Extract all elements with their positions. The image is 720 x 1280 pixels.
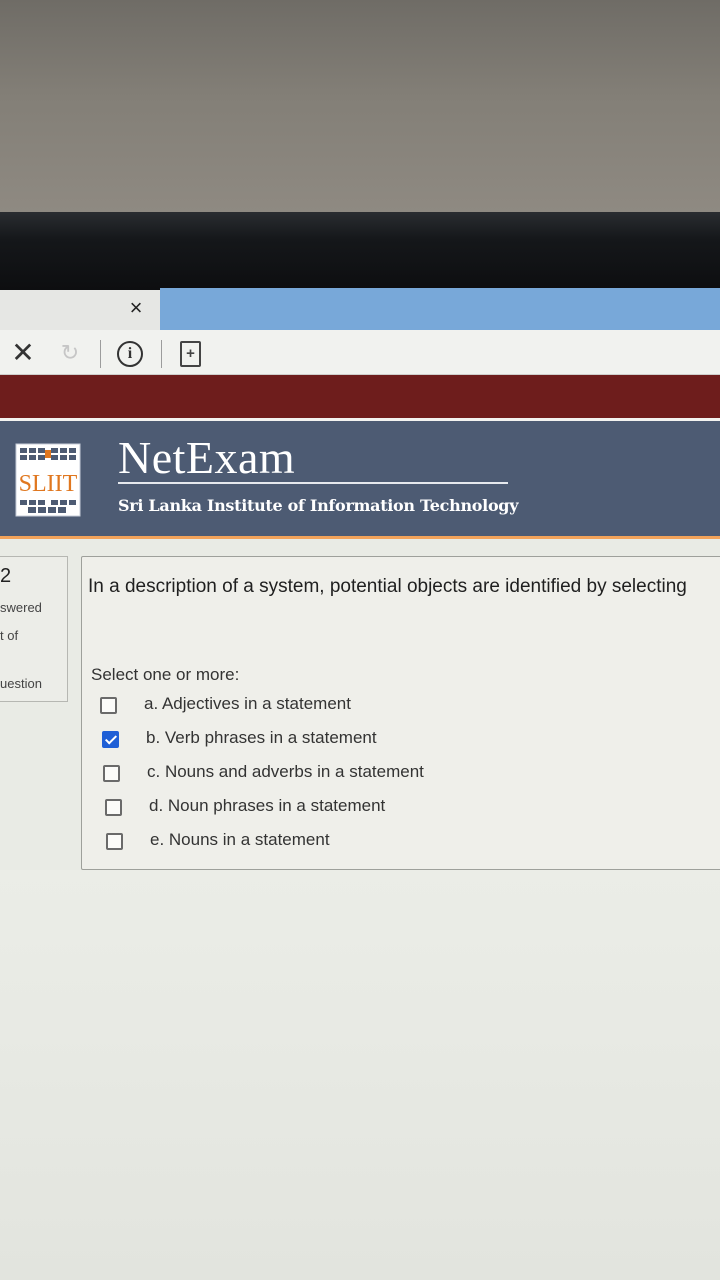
answer-label: d. Noun phrases in a statement: [149, 796, 386, 815]
question-number: 2: [0, 565, 12, 587]
toolbar-separator: [161, 340, 162, 368]
stop-icon[interactable]: ✕: [10, 339, 36, 367]
browser-tab-inactive[interactable]: [160, 288, 720, 330]
toolbar-separator: [100, 340, 101, 368]
answer-option-e[interactable]: e. Nouns in a statement: [102, 828, 502, 856]
answer-label: c. Nouns and adverbs in a statement: [147, 762, 424, 781]
answer-option-a[interactable]: a. Adjectives in a statement: [96, 692, 496, 720]
reload-icon[interactable]: ↻: [58, 340, 82, 366]
site-info-icon[interactable]: i: [117, 341, 143, 367]
answer-label: a. Adjectives in a statement: [144, 694, 351, 713]
tab-close-icon[interactable]: ×: [124, 296, 148, 320]
institution-name: Sri Lanka Institute of Information Techn…: [118, 496, 519, 515]
site-top-bar: [0, 375, 720, 418]
answer-option-b[interactable]: b. Verb phrases in a statement: [98, 726, 498, 754]
answer-label: b. Verb phrases in a statement: [146, 728, 377, 747]
checkbox[interactable]: [100, 697, 117, 714]
checkbox[interactable]: [103, 765, 120, 782]
page-action-icon[interactable]: +: [180, 341, 201, 367]
flag-question-link[interactable]: uestion: [0, 676, 42, 691]
sliit-logo: SLIIT: [15, 443, 81, 517]
answer-option-d[interactable]: d. Noun phrases in a statement: [101, 794, 501, 822]
answer-label: e. Nouns in a statement: [150, 830, 330, 849]
checkbox[interactable]: [105, 799, 122, 816]
browser-toolbar: [0, 330, 720, 375]
question-text: In a description of a system, potential …: [88, 576, 687, 597]
background-wall: [0, 0, 720, 215]
checkbox[interactable]: [106, 833, 123, 850]
logo-text: SLIIT: [19, 471, 78, 497]
title-underline: [118, 482, 508, 484]
answer-option-c[interactable]: c. Nouns and adverbs in a statement: [99, 760, 499, 788]
checkbox-checked[interactable]: [102, 731, 119, 748]
question-status: swered: [0, 600, 42, 615]
page-background: [0, 870, 720, 1280]
site-title: NetExam: [118, 432, 296, 483]
brand-accent-line: [0, 536, 720, 539]
monitor-bezel: [0, 212, 720, 290]
question-marks: t of: [0, 628, 19, 643]
site-brand-bar: [0, 421, 720, 536]
answer-prompt: Select one or more:: [91, 665, 240, 684]
